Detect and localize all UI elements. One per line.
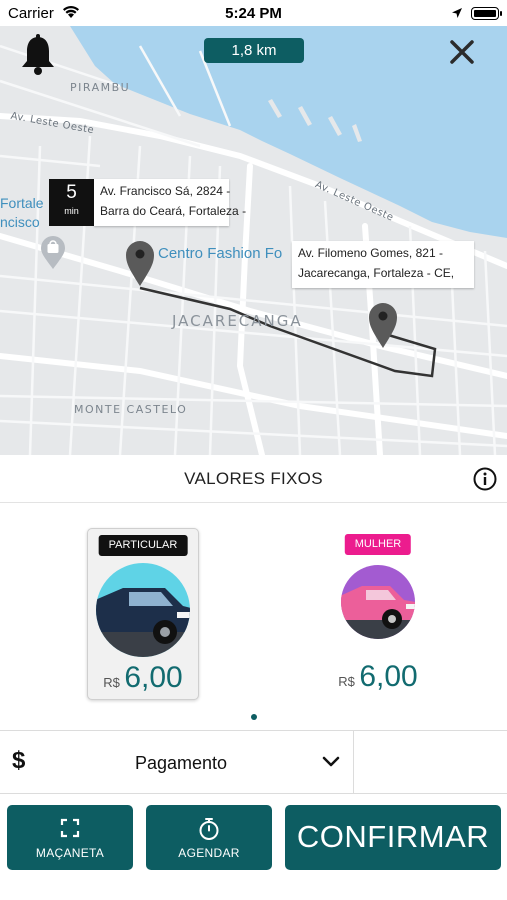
divider <box>353 731 354 793</box>
status-bar: Carrier 5:24 PM <box>0 0 507 26</box>
car-icon <box>340 564 416 645</box>
origin-address-line: Barra do Ceará, Fortaleza - <box>100 204 247 218</box>
clock: 5:24 PM <box>225 5 282 22</box>
macaneta-label: MAÇANETA <box>35 846 105 860</box>
schedule-label: AGENDAR <box>178 846 240 860</box>
vehicle-option-particular[interactable]: PARTICULAR R$ 6,00 <box>87 528 199 700</box>
price-currency: R$ <box>103 675 120 690</box>
vehicle-options: PARTICULAR R$ 6,00 MULHER R$ 6,00 <box>0 503 507 730</box>
confirm-button[interactable]: CONFIRMAR <box>285 805 501 870</box>
page-indicator-dot <box>251 714 257 720</box>
car-icon <box>95 562 191 663</box>
map-label-jacarecanga: JACARECANGA <box>172 312 303 330</box>
map-label-pirambu: PIRAMBU <box>70 81 131 94</box>
map-poi-label-line: Fortale <box>0 195 44 211</box>
price-currency: R$ <box>338 674 355 689</box>
payment-selector[interactable]: $ Pagamento <box>0 730 507 794</box>
close-icon[interactable] <box>446 36 478 68</box>
origin-address-callout[interactable]: Av. Francisco Sá, 2824 - Barra do Ceará,… <box>94 179 247 226</box>
vehicle-category-badge: MULHER <box>344 534 412 555</box>
info-icon[interactable] <box>473 467 497 491</box>
origin-pin-icon[interactable] <box>125 240 155 291</box>
fullscreen-icon <box>59 817 81 844</box>
map-label-monte-castelo: MONTE CASTELO <box>74 403 188 416</box>
destination-address-callout[interactable]: Av. Filomeno Gomes, 821 - Jacarecanga, F… <box>292 241 474 288</box>
destination-pin-icon[interactable] <box>368 302 398 353</box>
origin-address-line: Av. Francisco Sá, 2824 - <box>100 184 231 198</box>
distance-badge: 1,8 km <box>204 38 304 63</box>
destination-address-line: Jacarecanga, Fortaleza - CE, <box>298 266 455 280</box>
stopwatch-icon <box>198 817 220 846</box>
destination-address-line: Av. Filomeno Gomes, 821 - <box>298 246 443 260</box>
vehicle-category-badge: PARTICULAR <box>98 535 188 556</box>
eta-badge: 5 min <box>49 179 94 226</box>
eta-unit: min <box>64 206 79 216</box>
macaneta-button[interactable]: MAÇANETA <box>7 805 133 870</box>
price: R$ 6,00 <box>322 660 434 694</box>
battery-icon <box>471 7 502 20</box>
eta-value: 5 <box>66 182 77 203</box>
shopping-poi-icon <box>40 236 66 275</box>
price-value: 6,00 <box>124 661 183 694</box>
price-value: 6,00 <box>359 660 418 693</box>
vehicle-option-mulher[interactable]: MULHER R$ 6,00 <box>322 528 434 700</box>
fixed-values-header: VALORES FIXOS <box>0 455 507 503</box>
price: R$ 6,00 <box>88 661 198 695</box>
map-view[interactable]: PIRAMBU Av. Leste Oeste Av. Leste Oeste … <box>0 26 507 455</box>
map-poi-label: Centro Fashion Fo <box>158 245 283 262</box>
schedule-button[interactable]: AGENDAR <box>146 805 272 870</box>
location-arrow-icon <box>451 6 463 24</box>
dollar-icon: $ <box>12 747 26 774</box>
chevron-down-icon[interactable] <box>322 755 340 773</box>
fixed-values-title: VALORES FIXOS <box>184 469 323 488</box>
confirm-label: CONFIRMAR <box>296 819 490 854</box>
payment-label: Pagamento <box>135 753 228 773</box>
bell-icon[interactable] <box>20 34 56 81</box>
map-poi-label: Fortale ncisco <box>0 194 44 232</box>
map-poi-label-line: ncisco <box>0 214 40 230</box>
